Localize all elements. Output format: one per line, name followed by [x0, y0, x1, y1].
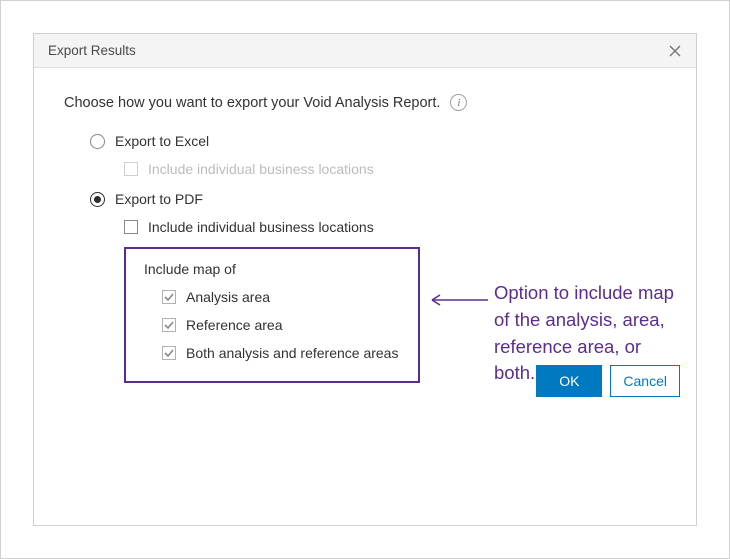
checkbox-map-analysis[interactable]: Analysis area [162, 289, 400, 305]
checkbox-pdf-locations[interactable]: Include individual business locations [124, 219, 666, 235]
annotation-callout: Option to include map of the analysis, a… [426, 280, 676, 387]
dialog-title: Export Results [48, 43, 136, 58]
radio-label: Export to Excel [115, 133, 209, 149]
checkbox-map-both[interactable]: Both analysis and reference areas [162, 345, 400, 361]
checkbox-label: Include individual business locations [148, 161, 374, 177]
radio-icon [90, 134, 105, 149]
radio-icon [90, 192, 105, 207]
outer-frame: Export Results Choose how you want to ex… [0, 0, 730, 559]
close-button[interactable] [664, 40, 686, 62]
checkbox-icon [162, 318, 176, 332]
checkbox-label: Both analysis and reference areas [186, 345, 398, 361]
annotation-text: Option to include map of the analysis, a… [494, 280, 676, 387]
checkbox-label: Include individual business locations [148, 219, 374, 235]
checkbox-icon [162, 346, 176, 360]
info-icon[interactable]: i [450, 94, 467, 111]
excel-sub-options: Include individual business locations [124, 161, 666, 177]
checkbox-label: Reference area [186, 317, 283, 333]
checkbox-excel-locations: Include individual business locations [124, 161, 666, 177]
checkbox-icon [162, 290, 176, 304]
prompt-row: Choose how you want to export your Void … [64, 94, 666, 111]
prompt-text: Choose how you want to export your Void … [64, 95, 440, 111]
checkbox-map-reference[interactable]: Reference area [162, 317, 400, 333]
include-map-label: Include map of [144, 261, 400, 277]
radio-export-excel[interactable]: Export to Excel [90, 133, 666, 149]
checkbox-label: Analysis area [186, 289, 270, 305]
include-map-section: Include map of Analysis area Reference [124, 247, 420, 383]
arrow-left-icon [426, 292, 488, 308]
radio-label: Export to PDF [115, 191, 203, 207]
radio-export-pdf[interactable]: Export to PDF [90, 191, 666, 207]
dialog-titlebar: Export Results [34, 34, 696, 68]
close-icon [668, 44, 682, 58]
checkbox-icon [124, 162, 138, 176]
checkbox-icon [124, 220, 138, 234]
